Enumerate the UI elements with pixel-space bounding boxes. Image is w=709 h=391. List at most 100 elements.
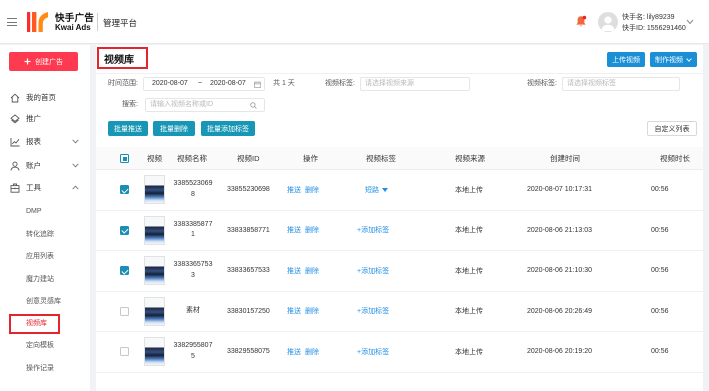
- video-duration: 00:56: [651, 186, 669, 194]
- sidebar-item-label: 定向模板: [26, 342, 54, 349]
- search-placeholder: 请输入视频名称或ID: [150, 101, 213, 108]
- sidebar: 创建广告 我的首页 推广 报表 账户 工具 DMP 转化追踪 应用列表 魔力建站: [0, 45, 90, 391]
- app-window: 快手广告 Kwai Ads 管理平台 快手名: lily89239 快手ID: …: [0, 0, 709, 391]
- batch-push-button[interactable]: 批量推送: [108, 121, 148, 136]
- sidebar-item-account[interactable]: 账户: [0, 158, 90, 174]
- create-ad-button[interactable]: 创建广告: [9, 52, 78, 71]
- chevron-down-icon[interactable]: [72, 163, 79, 168]
- delete-link[interactable]: 删除: [305, 266, 319, 276]
- column-header-tag: 视频标签: [366, 154, 396, 163]
- search-icon[interactable]: [250, 101, 257, 109]
- video-name: 33833858771: [173, 220, 213, 239]
- sidebar-item-report[interactable]: 报表: [0, 134, 90, 150]
- video-thumbnail[interactable]: [144, 296, 165, 326]
- video-thumbnail[interactable]: [144, 256, 165, 286]
- table-row: 33833657533 33833657533 推送 删除 +添加标签 本地上传 …: [96, 251, 703, 292]
- batch-add-tag-button[interactable]: 批量添加标签: [201, 121, 255, 136]
- sidebar-item-tools[interactable]: 工具: [0, 180, 90, 196]
- video-duration: 00:56: [651, 226, 669, 234]
- add-tag-link[interactable]: +添加标签: [357, 306, 389, 316]
- custom-columns-label: 自定义列表: [654, 125, 690, 133]
- column-header-video: 视频: [147, 154, 162, 163]
- hamburger-icon[interactable]: [7, 18, 17, 27]
- video-source-placeholder: 请选择视频来源: [365, 80, 414, 87]
- sidebar-item-site-builder[interactable]: 魔力建站: [0, 272, 90, 288]
- video-name: 素材: [186, 307, 200, 314]
- row-checkbox[interactable]: [120, 225, 129, 235]
- sidebar-item-operation-log[interactable]: 操作记录: [0, 361, 90, 377]
- date-start: 2020-08-07: [152, 80, 188, 87]
- table-row: 33855230698 33855230698 推送 删除 短路 本地上传 202…: [96, 170, 703, 211]
- video-thumbnail[interactable]: [144, 337, 165, 367]
- video-thumbnail[interactable]: [144, 215, 165, 245]
- tag-dropdown-icon[interactable]: [382, 187, 388, 192]
- created-time: 2020-08-06 20:26:49: [527, 307, 592, 315]
- sidebar-item-targeting-templates[interactable]: 定向模板: [0, 338, 90, 354]
- delete-link[interactable]: 删除: [305, 306, 319, 316]
- video-thumbnail[interactable]: [144, 175, 165, 205]
- sidebar-item-label: 操作记录: [26, 365, 54, 372]
- avatar-icon[interactable]: [598, 12, 618, 32]
- video-id: 33830157250: [227, 307, 270, 315]
- kwai-logo-icon[interactable]: [27, 11, 49, 33]
- sidebar-item-label: 推广: [26, 114, 41, 123]
- delete-link[interactable]: 删除: [305, 347, 319, 357]
- push-link[interactable]: 推送: [287, 306, 301, 316]
- user-id: 快手ID: 1556291460: [622, 25, 686, 32]
- chevron-down-icon[interactable]: [72, 139, 79, 144]
- search-input[interactable]: 请输入视频名称或ID: [145, 98, 265, 112]
- video-tag-label: 视频标签:: [527, 80, 557, 87]
- select-all-checkbox[interactable]: [120, 154, 129, 163]
- delete-link[interactable]: 删除: [305, 185, 319, 195]
- push-link[interactable]: 推送: [287, 225, 301, 235]
- sidebar-item-dmp[interactable]: DMP: [0, 204, 90, 220]
- delete-link[interactable]: 删除: [305, 225, 319, 235]
- top-header: 快手广告 Kwai Ads 管理平台 快手名: lily89239 快手ID: …: [0, 0, 709, 44]
- calendar-icon: [254, 80, 261, 88]
- custom-columns-button[interactable]: 自定义列表: [647, 121, 697, 136]
- push-link[interactable]: 推送: [287, 347, 301, 357]
- table-row: 33833858771 33833858771 推送 删除 +添加标签 本地上传 …: [96, 211, 703, 251]
- page-title: 视频库: [104, 55, 134, 66]
- row-checkbox[interactable]: [120, 185, 129, 195]
- video-source: 本地上传: [455, 227, 483, 235]
- row-checkbox[interactable]: [120, 306, 129, 316]
- video-tag[interactable]: 短路: [365, 185, 379, 195]
- date-range-picker[interactable]: 2020-08-07 ~ 2020-08-07: [143, 77, 265, 91]
- add-tag-link[interactable]: +添加标签: [357, 266, 389, 276]
- add-tag-link[interactable]: +添加标签: [357, 347, 389, 357]
- video-source-select[interactable]: 请选择视频来源: [360, 77, 470, 91]
- sidebar-item-conversion-tracking[interactable]: 转化追踪: [0, 227, 90, 243]
- video-tag-select[interactable]: 请选择视频标签: [562, 77, 680, 91]
- main-panel: 视频库 上传视频 制作视频 时间范围: 2020-08-07 ~ 2020-08…: [96, 45, 703, 391]
- video-source: 本地上传: [455, 186, 483, 194]
- chevron-down-icon: [686, 57, 692, 62]
- table-header: 视频 视频名称 视频ID 操作 视频标签 视频来源 创建时间 视频时长: [96, 147, 703, 170]
- promotion-icon: [10, 114, 20, 124]
- add-tag-link[interactable]: +添加标签: [357, 225, 389, 235]
- make-video-button[interactable]: 制作视频: [650, 52, 697, 67]
- sidebar-item-promotion[interactable]: 推广: [0, 111, 90, 127]
- row-checkbox[interactable]: [120, 266, 129, 276]
- day-count: 共 1 天: [273, 80, 295, 87]
- column-header-actions: 操作: [303, 154, 318, 163]
- upload-video-button[interactable]: 上传视频: [607, 52, 645, 67]
- video-id: 33829558075: [227, 348, 270, 356]
- sidebar-item-app-list[interactable]: 应用列表: [0, 249, 90, 265]
- batch-delete-button[interactable]: 批量删除: [153, 121, 195, 136]
- sidebar-item-label: 转化追踪: [26, 231, 54, 238]
- column-header-duration: 视频时长: [660, 154, 690, 163]
- push-link[interactable]: 推送: [287, 266, 301, 276]
- created-time: 2020-08-06 21:13:03: [527, 226, 592, 234]
- chevron-up-icon[interactable]: [72, 185, 79, 190]
- table-row: 33829558075 33829558075 推送 删除 +添加标签 本地上传 …: [96, 332, 703, 373]
- brand-name-en: Kwai Ads: [55, 23, 91, 32]
- bell-icon[interactable]: [575, 15, 587, 28]
- report-icon: [10, 137, 20, 147]
- row-checkbox[interactable]: [120, 347, 129, 357]
- sidebar-item-creative-library[interactable]: 创意灵感库: [0, 294, 90, 310]
- video-name: 33829558075: [173, 342, 213, 360]
- push-link[interactable]: 推送: [287, 185, 301, 195]
- sidebar-item-home[interactable]: 我的首页: [0, 90, 90, 106]
- chevron-down-icon[interactable]: [686, 19, 694, 25]
